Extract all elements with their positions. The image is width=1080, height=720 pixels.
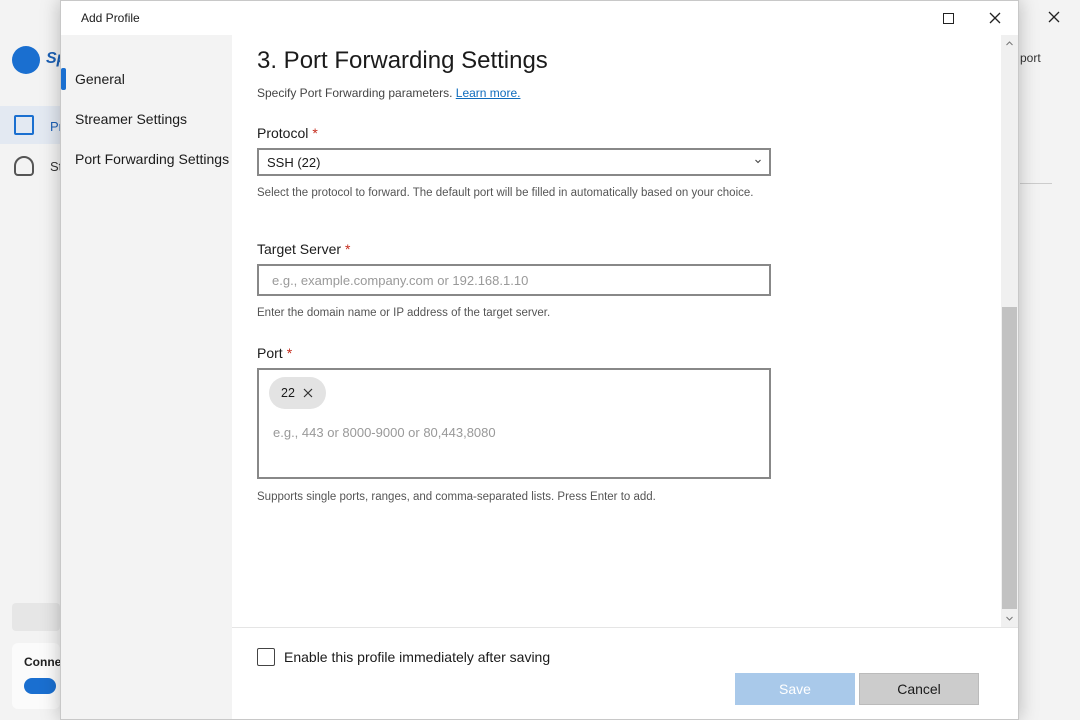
enable-profile-label[interactable]: Enable this profile immediately after sa…: [284, 649, 550, 665]
bg-connection-panel: [12, 643, 60, 709]
close-icon[interactable]: [1046, 9, 1062, 25]
page-subtitle: Specify Port Forwarding parameters. Lear…: [257, 86, 520, 100]
streamer-icon: [14, 156, 34, 176]
close-icon: [989, 12, 1001, 24]
sidebar-item-port-forwarding-settings[interactable]: Port Forwarding Settings: [61, 139, 232, 179]
port-placeholder: e.g., 443 or 8000-9000 or 80,443,8080: [273, 425, 496, 440]
maximize-icon: [942, 12, 954, 24]
port-label: Port *: [257, 345, 292, 361]
dialog-titlebar: Add Profile: [61, 1, 1018, 35]
required-mark: *: [286, 345, 293, 361]
target-server-help-text: Enter the domain name or IP address of t…: [257, 307, 551, 319]
bg-connection-toggle[interactable]: [24, 678, 56, 694]
page-title: 3. Port Forwarding Settings: [257, 47, 548, 74]
target-server-placeholder: e.g., example.company.com or 192.168.1.1…: [272, 272, 529, 288]
learn-more-link[interactable]: Learn more.: [456, 86, 521, 100]
dialog-footer: Enable this profile immediately after sa…: [232, 627, 1018, 719]
port-chip-label: 22: [281, 386, 295, 400]
bg-panel-label: Conne: [24, 655, 62, 669]
bg-settings-button[interactable]: [12, 603, 60, 631]
chevron-down-icon: [755, 159, 761, 164]
bg-right-text: port: [1020, 51, 1041, 65]
dialog-close-button[interactable]: [972, 1, 1018, 35]
required-mark: *: [345, 241, 351, 257]
port-chip: 22: [269, 377, 326, 409]
scroll-down-icon[interactable]: [1005, 614, 1014, 623]
protocol-label-text: Protocol: [257, 125, 309, 141]
required-mark: *: [312, 125, 318, 141]
enable-profile-checkbox[interactable]: [257, 648, 275, 666]
remove-chip-icon[interactable]: [303, 388, 313, 398]
protocol-help-text: Select the protocol to forward. The defa…: [257, 187, 754, 199]
app-logo-icon: [12, 46, 40, 74]
target-server-label: Target Server *: [257, 241, 351, 257]
port-label-text: Port: [257, 345, 283, 361]
content-scrollbar[interactable]: [1001, 35, 1018, 627]
dialog-sidebar: General Streamer Settings Port Forwardin…: [61, 35, 232, 719]
protocol-select[interactable]: SSH (22): [257, 148, 771, 176]
port-help-text: Supports single ports, ranges, and comma…: [257, 491, 656, 503]
dialog-title: Add Profile: [81, 11, 140, 25]
port-input[interactable]: 22 e.g., 443 or 8000-9000 or 80,443,8080: [257, 368, 771, 479]
divider: [1020, 183, 1052, 184]
sidebar-item-general[interactable]: General: [61, 59, 232, 99]
maximize-button[interactable]: [925, 1, 971, 35]
scrollbar-thumb[interactable]: [1002, 307, 1017, 609]
profiles-icon: [14, 115, 34, 135]
save-button[interactable]: Save: [735, 673, 855, 705]
dialog-content: 3. Port Forwarding Settings Specify Port…: [232, 35, 1001, 627]
cancel-button[interactable]: Cancel: [859, 673, 979, 705]
subtitle-text: Specify Port Forwarding parameters.: [257, 86, 453, 100]
add-profile-dialog: Add Profile General Streamer Settings Po…: [60, 0, 1019, 720]
protocol-selected-value: SSH (22): [267, 154, 321, 170]
protocol-label: Protocol *: [257, 125, 318, 141]
target-server-input[interactable]: e.g., example.company.com or 192.168.1.1…: [257, 264, 771, 296]
target-server-label-text: Target Server: [257, 241, 342, 257]
sidebar-item-streamer-settings[interactable]: Streamer Settings: [61, 99, 232, 139]
scroll-up-icon[interactable]: [1005, 39, 1014, 48]
